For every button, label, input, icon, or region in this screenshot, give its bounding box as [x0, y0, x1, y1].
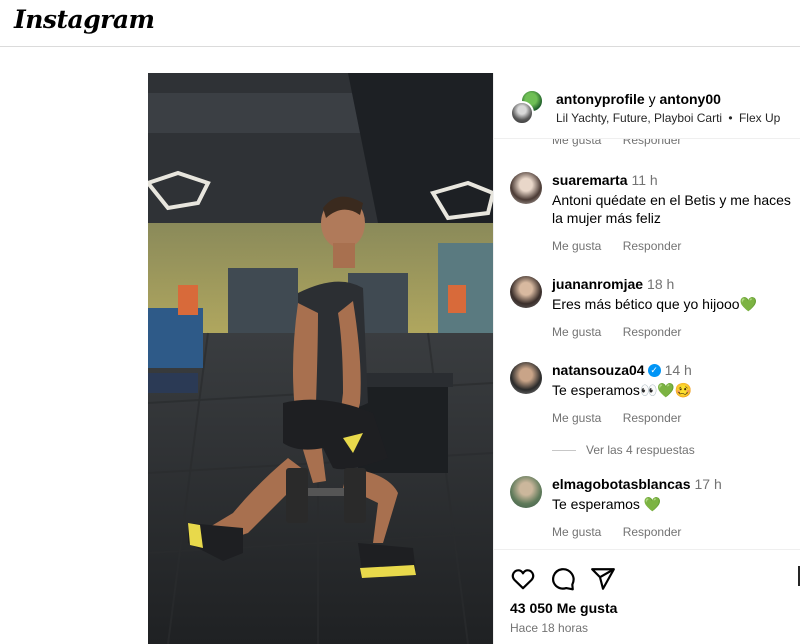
emoji: 💚	[739, 296, 757, 312]
avatar[interactable]	[510, 476, 542, 508]
audio-track: Flex Up	[738, 111, 781, 125]
post-time[interactable]: Hace 18 horas	[510, 621, 588, 635]
replies-line	[552, 450, 576, 452]
comment-text-row: Eres más bético que yo hijooo💚	[552, 295, 800, 313]
comment-time: 14 h	[664, 362, 692, 378]
comment-time: 11 h	[631, 172, 658, 188]
comment-text: Eres más bético que yo hijooo	[552, 296, 740, 312]
share-icon[interactable]	[590, 566, 616, 592]
verified-badge-icon: ✓	[647, 364, 661, 378]
like-comment-button[interactable]: Me gusta	[552, 325, 601, 339]
collab-avatars[interactable]	[510, 89, 546, 125]
comment-text: Te esperamos	[552, 496, 640, 512]
comment-username[interactable]: elmagobotasblancas	[552, 476, 691, 492]
comment-username[interactable]: suaremarta	[552, 172, 628, 188]
audio-info[interactable]: Lil Yachty, Future, Playboi Carti • Flex…	[556, 111, 780, 125]
audio-artists: Lil Yachty, Future, Playboi Carti	[556, 111, 723, 125]
gym-video-frame	[148, 73, 493, 644]
avatar[interactable]	[510, 172, 542, 204]
reply-button[interactable]: Responder	[623, 239, 682, 253]
reply-button[interactable]: Responder	[623, 325, 682, 339]
avatar[interactable]	[510, 362, 542, 394]
comment-actions: Me gusta Responder	[552, 525, 800, 539]
emoji: 💚	[643, 496, 662, 512]
comment-actions: Me gusta Responder	[552, 239, 800, 253]
comment-time: 18 h	[647, 276, 675, 292]
author-link[interactable]: antonyprofile	[556, 91, 645, 107]
comment-actions: Me gusta Responder	[552, 411, 800, 425]
like-comment-button[interactable]: Me gusta	[552, 525, 601, 539]
audio-separator: •	[728, 111, 733, 125]
comment-time: 17 h	[694, 476, 722, 492]
reply-button[interactable]: Responder	[623, 411, 682, 425]
comment-text: Te esperamos	[552, 382, 640, 398]
comment-text: Antoni quédate en el Betis y me haces la…	[552, 192, 791, 226]
comment-text-row: Te esperamos👀💚🥴	[552, 381, 800, 399]
like-comment-button[interactable]: Me gusta	[552, 239, 601, 253]
comment-actions: Me gusta Responder	[552, 325, 800, 339]
avatar[interactable]	[510, 101, 534, 125]
reply-button[interactable]: Responder	[623, 525, 682, 539]
like-comment-button[interactable]: Me gusta	[552, 411, 601, 425]
author-joiner: y	[648, 91, 656, 107]
avatar[interactable]	[510, 276, 542, 308]
top-bar: Instagram	[0, 0, 800, 47]
comment-username[interactable]: natansouza04	[552, 362, 645, 378]
post-sidebar: antonyprofile y antony00 Lil Yachty, Fut…	[493, 73, 800, 644]
instagram-logo[interactable]: Instagram	[14, 5, 155, 34]
comment-username[interactable]: juananromjae	[552, 276, 643, 292]
emoji: 👀💚🥴	[639, 382, 693, 398]
post-modal: antonyprofile y antony00 Lil Yachty, Fut…	[148, 73, 800, 644]
view-replies-label: Ver las 4 respuestas	[586, 443, 695, 457]
like-count[interactable]: 43 050 Me gusta	[510, 600, 617, 616]
post-footer: 43 050 Me gusta Hace 18 horas	[494, 549, 800, 644]
post-authors: antonyprofile y antony00	[556, 91, 721, 107]
comment-text-row: Te esperamos 💚	[552, 495, 800, 513]
post-header: antonyprofile y antony00 Lil Yachty, Fut…	[494, 73, 800, 139]
comment-icon[interactable]	[550, 566, 576, 592]
author-link[interactable]: antony00	[659, 91, 720, 107]
view-replies-button[interactable]: Ver las 4 respuestas	[552, 443, 695, 457]
post-video[interactable]	[148, 73, 493, 644]
heart-icon[interactable]	[510, 566, 536, 592]
